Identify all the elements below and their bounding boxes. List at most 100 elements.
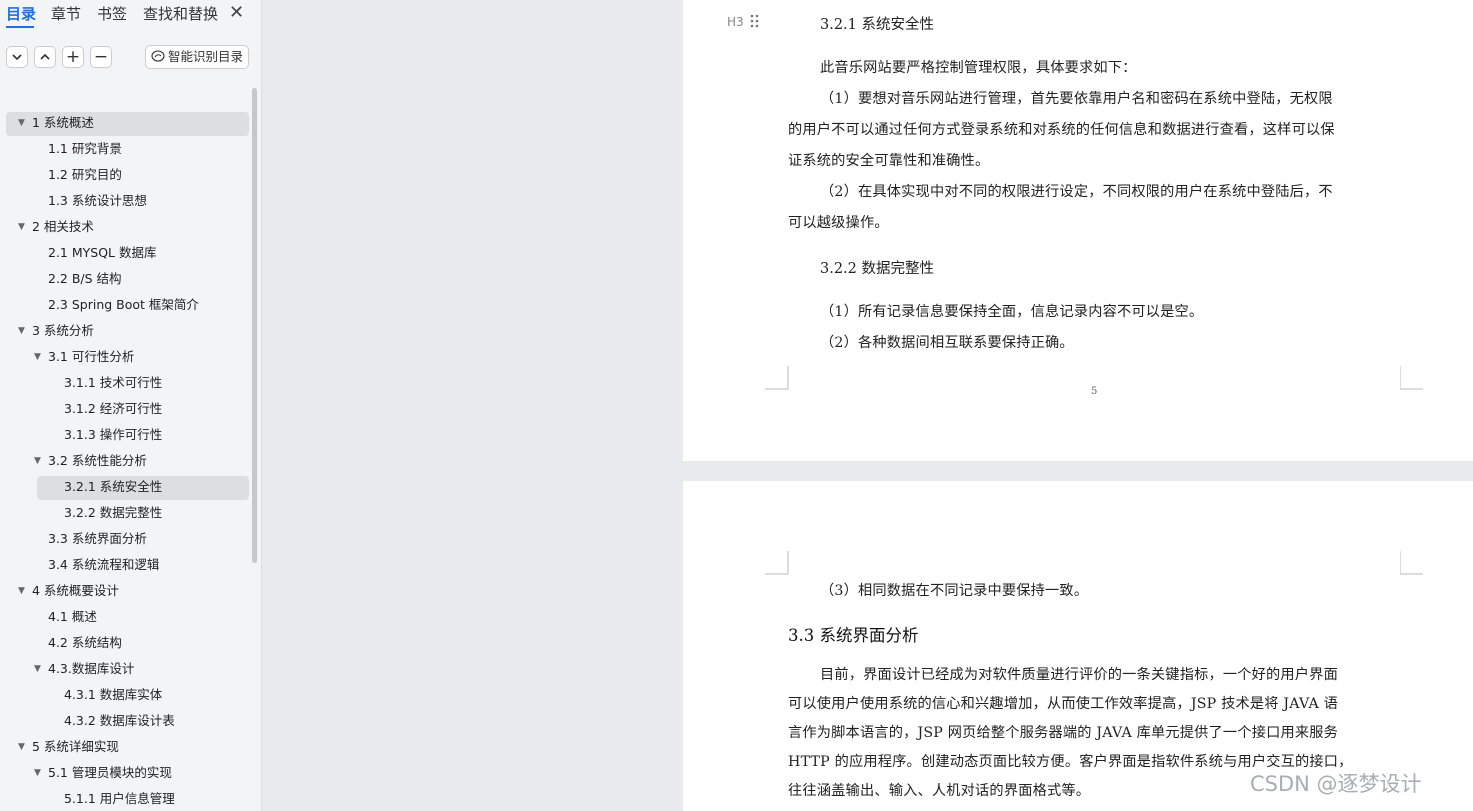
collapse-all-button[interactable] xyxy=(6,46,28,68)
toc-item-label: 3.1 可行性分析 xyxy=(48,349,135,364)
toc-item-label: 3 系统分析 xyxy=(32,323,94,338)
toc-item[interactable]: 3.2.1 系统安全性 xyxy=(0,475,252,501)
toc-item[interactable]: 3.1.3 操作可行性 xyxy=(0,423,252,449)
expand-triangle-icon[interactable]: ▼ xyxy=(18,735,25,759)
plus-icon: + xyxy=(65,47,81,67)
toc-item[interactable]: 4.2 系统结构 xyxy=(0,631,252,657)
toc-item-label: 3.1.1 技术可行性 xyxy=(64,375,163,390)
toc-item-label: 1.3 系统设计思想 xyxy=(48,193,147,208)
smart-icon xyxy=(151,46,165,68)
toc-item[interactable]: 1.3 系统设计思想 xyxy=(0,189,252,215)
toc-item-label: 2.3 Spring Boot 框架简介 xyxy=(48,297,199,312)
toc-item-label: 1 系统概述 xyxy=(32,115,94,130)
navigation-pane: 目录 章节 书签 查找和替换 ✕ + − 智能识别目录 ▼ 1 系统概述 1.1 研… xyxy=(0,0,262,811)
toc-item-label: 3.2.2 数据完整性 xyxy=(64,505,163,520)
toc-item-label: 4.3.1 数据库实体 xyxy=(64,687,163,702)
toc-item[interactable]: 4.1 概述 xyxy=(0,605,252,631)
page-number: 5 xyxy=(1091,386,1098,397)
paragraph[interactable]: 往往涵盖输出、输入、人机对话的界面格式等。 xyxy=(788,780,1090,800)
toc-item[interactable]: ▼ 1 系统概述 xyxy=(0,111,252,137)
minus-icon: − xyxy=(93,47,109,67)
paragraph[interactable]: （2）各种数据间相互联系要保持正确。 xyxy=(820,332,1074,352)
expand-triangle-icon[interactable]: ▼ xyxy=(34,657,41,681)
paragraph[interactable]: （3）相同数据在不同记录中要保持一致。 xyxy=(820,580,1088,600)
paragraph[interactable]: 可以使用户使用系统的信心和兴趣增加，从而使工作效率提高，JSP 技术是将 JAV… xyxy=(788,693,1338,713)
h3-icon: H3 xyxy=(727,15,744,29)
active-tab-indicator xyxy=(6,26,34,28)
expand-triangle-icon[interactable]: ▼ xyxy=(34,761,41,785)
paragraph[interactable]: 可以越级操作。 xyxy=(788,212,889,232)
chevron-down-icon xyxy=(12,54,22,61)
toc-item-label: 5 系统详细实现 xyxy=(32,739,119,754)
toc-item[interactable]: 2.1 MYSQL 数据库 xyxy=(0,241,252,267)
toc-item-label: 4.3.2 数据库设计表 xyxy=(64,713,175,728)
toc-item[interactable]: ▼ 5.1 管理员模块的实现 xyxy=(0,761,252,787)
heading-3-2-2[interactable]: 3.2.2 数据完整性 xyxy=(820,257,934,278)
toc-item-label: 2 相关技术 xyxy=(32,219,94,234)
toc-item-label: 5.1 管理员模块的实现 xyxy=(48,765,172,780)
close-icon[interactable]: ✕ xyxy=(229,3,244,23)
remove-heading-button[interactable]: − xyxy=(90,46,112,68)
heading-3-3[interactable]: 3.3 系统界面分析 xyxy=(788,622,919,646)
expand-triangle-icon[interactable]: ▼ xyxy=(18,579,25,603)
toc-item[interactable]: 3.3 系统界面分析 xyxy=(0,527,252,553)
paragraph[interactable]: 言作为脚本语言的，JSP 网页给整个服务器端的 JAVA 库单元提供了一个接口用… xyxy=(788,722,1338,742)
drag-handle-icon xyxy=(750,14,758,28)
expand-triangle-icon[interactable]: ▼ xyxy=(18,215,25,239)
toc-item[interactable]: 3.4 系统流程和逻辑 xyxy=(0,553,252,579)
toc-item[interactable]: ▼ 4.3.数据库设计 xyxy=(0,657,252,683)
paragraph[interactable]: 此音乐网站要严格控制管理权限，具体要求如下： xyxy=(820,57,1137,77)
toc-item[interactable]: 3.1.1 技术可行性 xyxy=(0,371,252,397)
tab-find-replace[interactable]: 查找和替换 xyxy=(143,4,218,24)
margin-corner-mark xyxy=(1400,551,1423,575)
toc-item-label: 2.2 B/S 结构 xyxy=(48,271,122,286)
heading-3-2-1[interactable]: 3.2.1 系统安全性 xyxy=(820,13,934,34)
toc-item[interactable]: ▼ 4 系统概要设计 xyxy=(0,579,252,605)
tab-toc[interactable]: 目录 xyxy=(6,4,36,24)
expand-all-button[interactable] xyxy=(34,46,56,68)
toc-item[interactable]: ▼ 3.2 系统性能分析 xyxy=(0,449,252,475)
tab-sections[interactable]: 章节 xyxy=(51,4,81,24)
expand-triangle-icon[interactable]: ▼ xyxy=(18,319,25,343)
toc-item-label: 4.3.数据库设计 xyxy=(48,661,135,676)
toc-item[interactable]: 1.1 研究背景 xyxy=(0,137,252,163)
document-page: （3）相同数据在不同记录中要保持一致。 3.3 系统界面分析 目前，界面设计已经… xyxy=(683,481,1473,811)
toc-item-label: 3.2 系统性能分析 xyxy=(48,453,147,468)
toc-item-label: 4.1 概述 xyxy=(48,609,97,624)
toc-tree: ▼ 1 系统概述 1.1 研究背景 1.2 研究目的 1.3 系统设计思想 ▼ 2 相关技术… xyxy=(0,111,252,811)
watermark: CSDN @逐梦设计 xyxy=(1250,772,1422,796)
toc-scrollbar[interactable] xyxy=(252,88,257,563)
toc-item[interactable]: 1.2 研究目的 xyxy=(0,163,252,189)
tab-bookmarks[interactable]: 书签 xyxy=(97,4,127,24)
toc-item-label: 1.2 研究目的 xyxy=(48,167,122,182)
paragraph[interactable]: 的用户不可以通过任何方式登录系统和对系统的任何信息和数据进行查看，这样可以保 xyxy=(788,119,1335,139)
paragraph[interactable]: （1）所有记录信息要保持全面，信息记录内容不可以是空。 xyxy=(820,301,1203,321)
add-heading-button[interactable]: + xyxy=(62,46,84,68)
toc-item[interactable]: 2.3 Spring Boot 框架简介 xyxy=(0,293,252,319)
document-page: H3 3.2.1 系统安全性 此音乐网站要严格控制管理权限，具体要求如下： （1… xyxy=(683,0,1473,461)
margin-corner-mark xyxy=(765,366,789,390)
paragraph[interactable]: （2）在具体实现中对不同的权限进行设定，不同权限的用户在系统中登陆后，不 xyxy=(820,181,1333,201)
toc-item[interactable]: 4.3.2 数据库设计表 xyxy=(0,709,252,735)
toc-item[interactable]: ▼ 3.1 可行性分析 xyxy=(0,345,252,371)
heading-level-marker[interactable]: H3 xyxy=(727,14,760,29)
toc-item[interactable]: 2.2 B/S 结构 xyxy=(0,267,252,293)
expand-triangle-icon[interactable]: ▼ xyxy=(34,449,41,473)
toc-item[interactable]: 3.1.2 经济可行性 xyxy=(0,397,252,423)
smart-recognize-toc-button[interactable]: 智能识别目录 xyxy=(145,45,249,69)
toc-item[interactable]: ▼ 3 系统分析 xyxy=(0,319,252,345)
toc-item[interactable]: ▼ 2 相关技术 xyxy=(0,215,252,241)
toc-item[interactable]: 5.1.1 用户信息管理 xyxy=(0,787,252,811)
expand-triangle-icon[interactable]: ▼ xyxy=(34,345,41,369)
expand-triangle-icon[interactable]: ▼ xyxy=(18,111,25,135)
toc-item[interactable]: 3.2.2 数据完整性 xyxy=(0,501,252,527)
paragraph[interactable]: 目前，界面设计已经成为对软件质量进行评价的一条关键指标，一个好的用户界面 xyxy=(820,664,1338,684)
toc-item[interactable]: ▼ 5 系统详细实现 xyxy=(0,735,252,761)
paragraph[interactable]: （1）要想对音乐网站进行管理，首先要依靠用户名和密码在系统中登陆，无权限 xyxy=(820,88,1333,108)
toc-item[interactable]: 4.3.1 数据库实体 xyxy=(0,683,252,709)
toc-item-label: 2.1 MYSQL 数据库 xyxy=(48,245,157,260)
toc-item-label: 1.1 研究背景 xyxy=(48,141,122,156)
margin-corner-mark xyxy=(1400,366,1423,390)
paragraph[interactable]: 证系统的安全可靠性和准确性。 xyxy=(788,150,989,170)
toc-item-label: 4.2 系统结构 xyxy=(48,635,122,650)
